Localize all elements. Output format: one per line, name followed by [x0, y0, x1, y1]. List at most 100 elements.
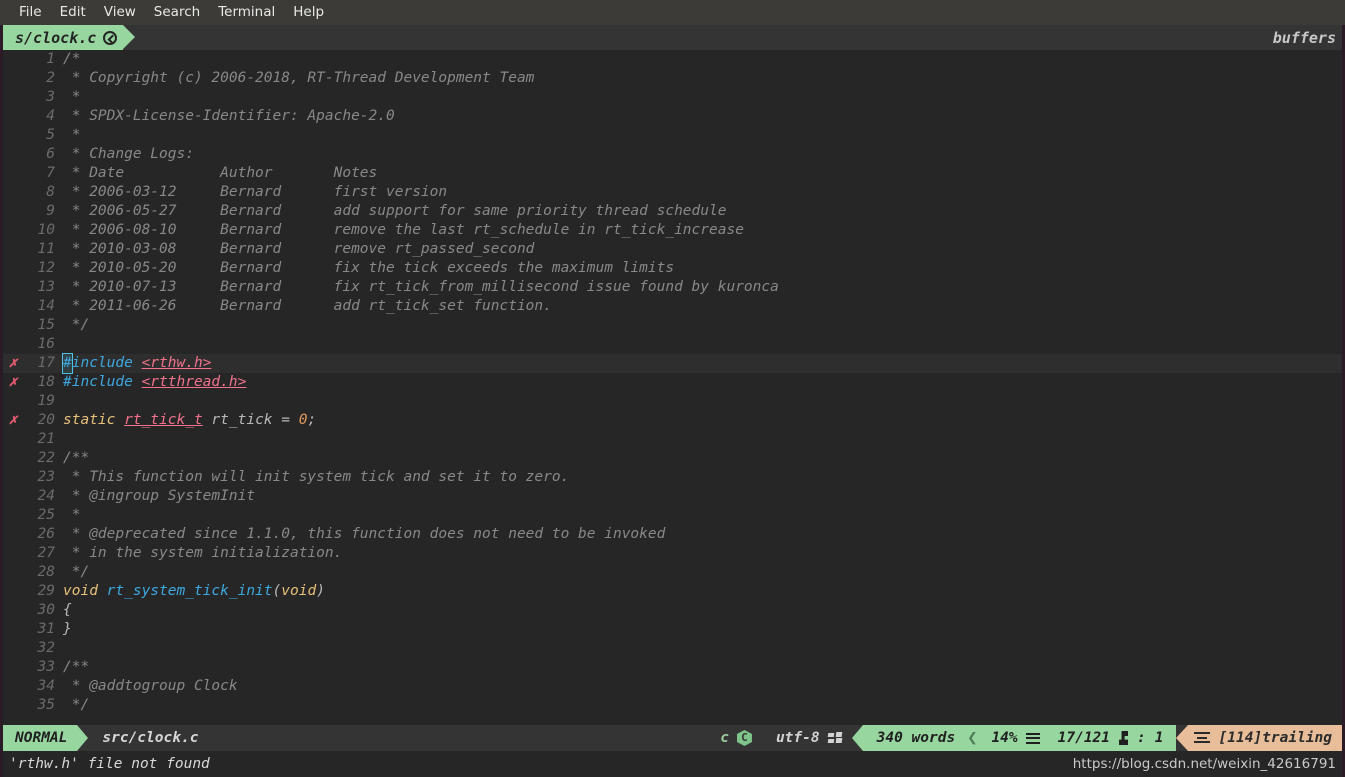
- code-token: * in the system initialization.: [63, 545, 343, 561]
- line-number: 25: [37, 507, 55, 523]
- code-line[interactable]: 27 * in the system initialization.: [3, 544, 1342, 563]
- code-line-text: * @deprecated since 1.1.0, this function…: [63, 525, 1342, 544]
- line-number: 27: [37, 545, 55, 561]
- code-line[interactable]: 35 */: [3, 696, 1342, 715]
- hamburger-icon: [1025, 732, 1040, 744]
- error-sign-icon: ✗: [8, 374, 18, 390]
- code-line-text: * @addtogroup Clock: [63, 677, 1342, 696]
- code-line[interactable]: 2 * Copyright (c) 2006-2018, RT-Thread D…: [3, 69, 1342, 88]
- code-line[interactable]: 6 * Change Logs:: [3, 145, 1342, 164]
- code-line-text: * Change Logs:: [63, 145, 1342, 164]
- menu-item-edit[interactable]: Edit: [51, 0, 95, 25]
- status-position: 17/121 : 1: [1049, 725, 1176, 751]
- code-line[interactable]: 3 *: [3, 88, 1342, 107]
- code-line[interactable]: 33 /**: [3, 658, 1342, 677]
- code-line[interactable]: 34 * @addtogroup Clock: [3, 677, 1342, 696]
- code-line[interactable]: 1 /*: [3, 50, 1342, 69]
- status-spacer: [208, 725, 706, 751]
- code-line[interactable]: 14 * 2011-06-26 Bernard add rt_tick_set …: [3, 297, 1342, 316]
- tab-active-clock-c[interactable]: s/clock.c: [3, 25, 124, 50]
- line-number: 18: [37, 374, 55, 390]
- code-line-text: * 2010-05-20 Bernard fix the tick exceed…: [63, 259, 1342, 278]
- error-sign-icon: ✗: [8, 355, 18, 371]
- code-line[interactable]: 29 void rt_system_tick_init(void): [3, 582, 1342, 601]
- line-number: 31: [37, 621, 55, 637]
- menu-item-view[interactable]: View: [95, 0, 145, 25]
- code-token: * Change Logs:: [63, 146, 194, 162]
- code-line[interactable]: 19: [3, 392, 1342, 411]
- code-token: void: [281, 583, 317, 599]
- menu-bar: File Edit View Search Terminal Help: [0, 0, 1345, 25]
- code-line[interactable]: 11 * 2010-03-08 Bernard remove rt_passed…: [3, 240, 1342, 259]
- code-line-text: * in the system initialization.: [63, 544, 1342, 563]
- code-token: /*: [63, 51, 81, 67]
- line-number: 15: [37, 317, 55, 333]
- code-line[interactable]: 15 */: [3, 316, 1342, 335]
- status-trailing-label: [114]trailing: [1218, 730, 1333, 746]
- code-line-text: */: [63, 563, 1342, 582]
- line-number: 12: [37, 260, 55, 276]
- code-line[interactable]: 22 /**: [3, 449, 1342, 468]
- code-line[interactable]: 8 * 2006-03-12 Bernard first version: [3, 183, 1342, 202]
- code-line[interactable]: 30 {: [3, 601, 1342, 620]
- code-line[interactable]: ✗ 18 #include <rtthread.h>: [3, 373, 1342, 392]
- code-token: void: [63, 583, 107, 599]
- menu-item-file[interactable]: File: [10, 0, 51, 25]
- code-line[interactable]: 21: [3, 430, 1342, 449]
- menu-item-terminal[interactable]: Terminal: [209, 0, 284, 25]
- status-column-label: 1: [1154, 730, 1164, 746]
- status-encoding-label: utf-8: [775, 730, 820, 746]
- buffers-label[interactable]: buffers: [1273, 25, 1342, 50]
- status-trailing-whitespace[interactable]: [114]trailing: [1187, 725, 1342, 751]
- code-line[interactable]: 4 * SPDX-License-Identifier: Apache-2.0: [3, 107, 1342, 126]
- code-line[interactable]: ✗ 20 static rt_tick_t rt_tick = 0;: [3, 411, 1342, 430]
- code-line[interactable]: 13 * 2010-07-13 Bernard fix rt_tick_from…: [3, 278, 1342, 297]
- windows-fileformat-icon: [827, 732, 842, 744]
- line-number: 7: [46, 165, 55, 181]
- menu-item-search[interactable]: Search: [145, 0, 209, 25]
- code-line-text: {: [63, 601, 1342, 620]
- line-number: 24: [37, 488, 55, 504]
- menu-item-help[interactable]: Help: [284, 0, 333, 25]
- code-line[interactable]: 31}: [3, 620, 1342, 639]
- code-line[interactable]: 10 * 2006-08-10 Bernard remove the last …: [3, 221, 1342, 240]
- line-number: 8: [46, 184, 55, 200]
- status-encoding: utf-8: [766, 725, 852, 751]
- code-token: * 2006-08-10 Bernard remove the last rt_…: [63, 222, 744, 238]
- code-line[interactable]: 28 */: [3, 563, 1342, 582]
- tab-bar: s/clock.c buffers: [0, 25, 1345, 50]
- status-column-separator: :: [1137, 730, 1146, 746]
- code-token: *: [63, 507, 81, 523]
- status-position-label: 17/121: [1057, 730, 1111, 746]
- status-mode-separator: [77, 725, 89, 751]
- code-line-text: * This function will init system tick an…: [63, 468, 1342, 487]
- code-line-text: * 2006-03-12 Bernard first version: [63, 183, 1342, 202]
- code-token: <rtthread.h>: [141, 374, 247, 390]
- code-line[interactable]: 9 * 2006-05-27 Bernard add support for s…: [3, 202, 1342, 221]
- line-number: 28: [37, 564, 55, 580]
- code-line[interactable]: ✗ 17 #include <rthw.h>: [3, 353, 1342, 374]
- line-number: 1: [46, 51, 55, 67]
- status-filetype-label: c: [720, 730, 729, 746]
- code-token: * 2010-07-13 Bernard fix rt_tick_from_mi…: [63, 279, 779, 295]
- code-line[interactable]: 5 *: [3, 126, 1342, 145]
- code-editor[interactable]: 1 /* 2 * Copyright (c) 2006-2018, RT-Threa…: [0, 50, 1345, 725]
- code-token: =: [281, 412, 299, 428]
- code-token: */: [63, 564, 90, 580]
- code-line[interactable]: 26 * @deprecated since 1.1.0, this funct…: [3, 525, 1342, 544]
- code-line-text: #include <rthw.h>: [62, 353, 1342, 374]
- code-line[interactable]: 25 *: [3, 506, 1342, 525]
- line-number: 10: [37, 222, 55, 238]
- code-line[interactable]: 32: [3, 639, 1342, 658]
- code-token: * 2010-03-08 Bernard remove rt_passed_se…: [63, 241, 535, 257]
- code-line[interactable]: 23 * This function will init system tick…: [3, 468, 1342, 487]
- code-token: rt_system_tick_init: [106, 583, 273, 599]
- code-line[interactable]: 12 * 2010-05-20 Bernard fix the tick exc…: [3, 259, 1342, 278]
- code-line[interactable]: 24 * @ingroup SystemInit: [3, 487, 1342, 506]
- code-token: * 2011-06-26 Bernard add rt_tick_set fun…: [63, 298, 552, 314]
- code-line-text: static rt_tick_t rt_tick = 0;: [63, 411, 1342, 430]
- code-token: * SPDX-License-Identifier: Apache-2.0: [63, 108, 395, 124]
- code-line[interactable]: 7 * Date Author Notes: [3, 164, 1342, 183]
- code-line[interactable]: 16: [3, 335, 1342, 354]
- code-line-text: * Date Author Notes: [63, 164, 1342, 183]
